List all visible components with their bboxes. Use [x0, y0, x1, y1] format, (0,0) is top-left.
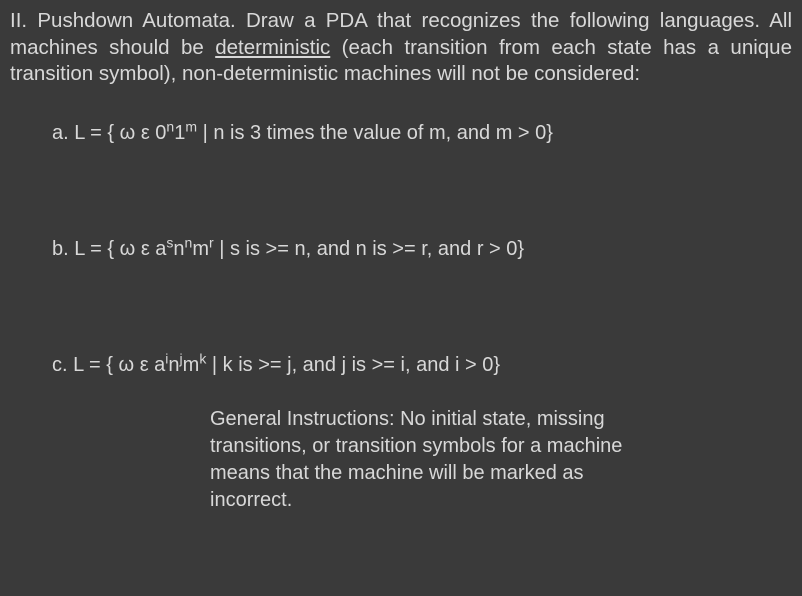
item-a-mid1: 1 [174, 122, 185, 144]
item-a-rest: | n is 3 times the value of m, and m > 0… [197, 122, 553, 144]
header-underlined: deterministic [215, 36, 330, 59]
item-b-mid2: m [192, 238, 209, 260]
item-c-mid2: m [183, 354, 200, 376]
item-b-mid1: n [173, 238, 184, 260]
item-b-label: b. L = { ω ε a [52, 238, 166, 260]
problem-item-c: c. L = { ω ε ainjmk | k is >= j, and j i… [52, 352, 792, 378]
item-a-label: a. L = { ω ε 0 [52, 122, 166, 144]
item-c-mid1: n [168, 354, 179, 376]
item-b-rest: | s is >= n, and n is >= r, and r > 0} [214, 238, 524, 260]
general-instructions: General Instructions: No initial state, … [210, 406, 640, 514]
item-a-sup2: m [185, 118, 197, 134]
item-c-rest: | k is >= j, and j is >= i, and i > 0} [206, 354, 500, 376]
problem-item-a: a. L = { ω ε 0n1m | n is 3 times the val… [52, 120, 792, 146]
problem-item-b: b. L = { ω ε asnnmr | s is >= n, and n i… [52, 236, 792, 262]
section-header: II. Pushdown Automata. Draw a PDA that r… [10, 8, 792, 88]
item-c-label: c. L = { ω ε a [52, 354, 165, 376]
